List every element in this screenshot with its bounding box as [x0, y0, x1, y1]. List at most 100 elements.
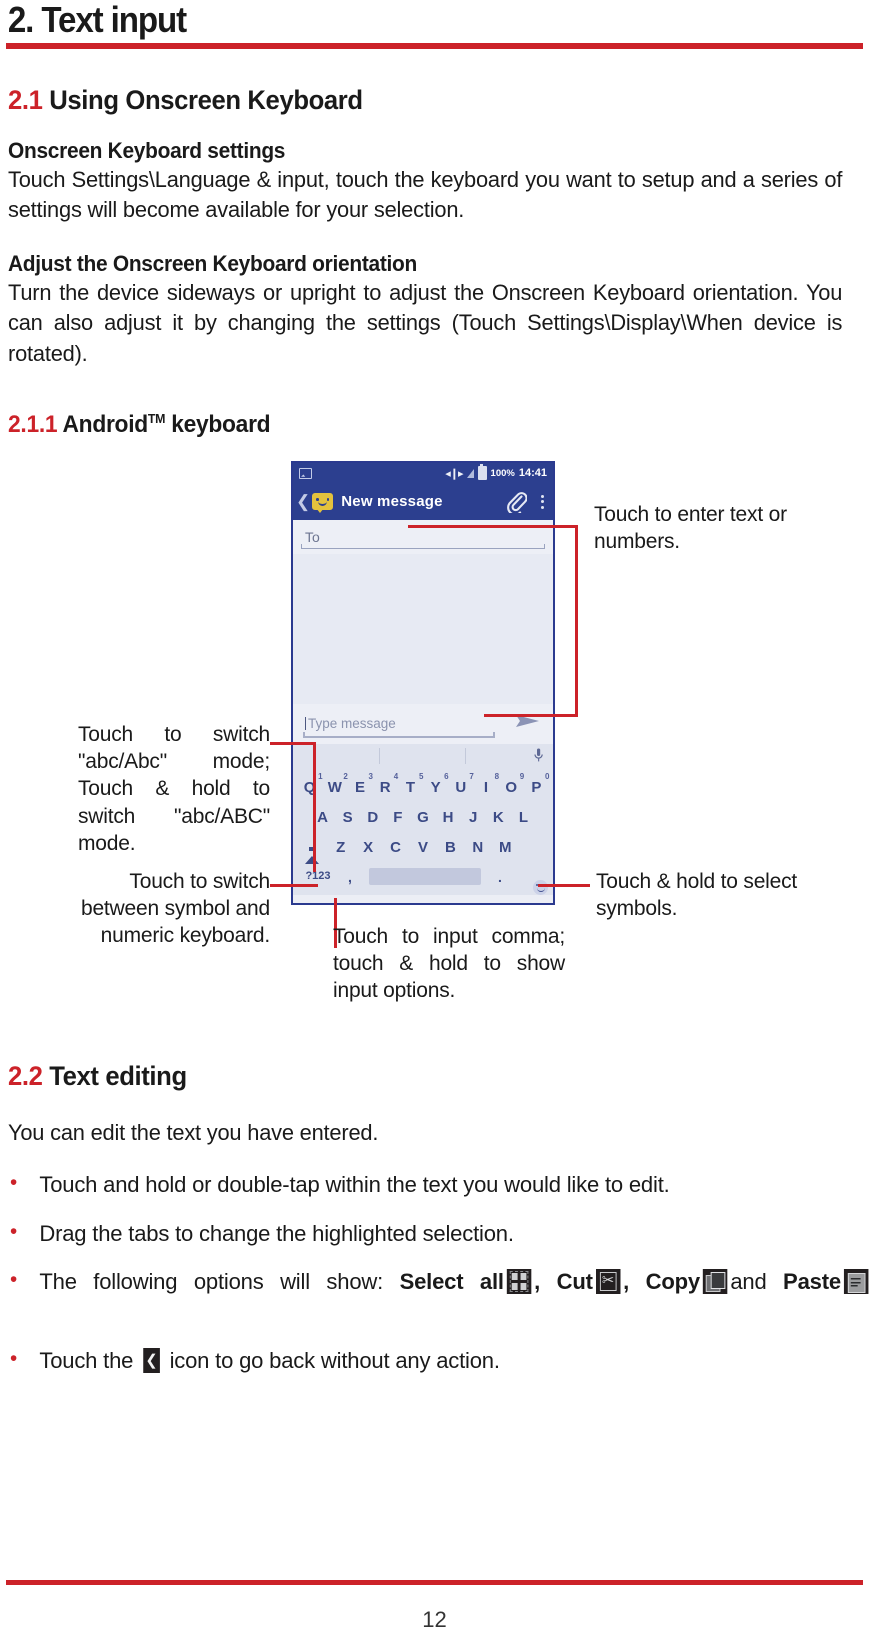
text-editing-bullet-list: Touch and hold or double-tap within the …	[6, 1169, 869, 1375]
paragraph-keyboard-orientation: Turn the device sideways or upright to a…	[8, 280, 843, 366]
key-letter: I	[483, 779, 489, 797]
key-letter: R	[379, 779, 391, 797]
message-thread-area	[293, 553, 553, 704]
key-s[interactable]: S	[335, 810, 360, 825]
battery-percent: 100%	[490, 467, 515, 479]
select-all-icon	[506, 1269, 532, 1295]
trademark-mark: TM	[147, 410, 166, 426]
back-chevron-icon	[143, 1347, 160, 1373]
overflow-menu-icon[interactable]	[541, 494, 544, 509]
manual-page: 2. Text input 2.1 Using Onscreen Keyboar…	[0, 0, 869, 1647]
paragraph-keyboard-settings: Touch Settings\Language & input, touch t…	[8, 167, 843, 223]
separator-2: ,	[623, 1269, 646, 1295]
phone-status-bar: ◂❙▸ 100% 14:41	[293, 462, 553, 484]
key-n[interactable]: N	[464, 840, 491, 855]
section-number-2-2: 2.2	[8, 1060, 43, 1091]
compose-field[interactable]: Type message	[293, 703, 553, 744]
bullet-text-3: The following options will show: Select …	[39, 1269, 869, 1324]
leader-line	[408, 524, 578, 528]
app-bar-title: New message	[341, 493, 443, 511]
period-key[interactable]: .	[487, 870, 513, 884]
paperclip-icon[interactable]	[507, 491, 527, 513]
key-letter: U	[455, 779, 467, 797]
compose-placeholder: Type message	[305, 717, 396, 731]
key-j[interactable]: J	[461, 810, 486, 825]
bullet-4-tail: icon to go back without any action.	[163, 1347, 500, 1373]
battery-icon	[477, 464, 487, 481]
key-letter: P	[531, 779, 542, 797]
section-heading-2-1: 2.1 Using Onscreen Keyboard	[8, 85, 820, 116]
header-rule	[6, 43, 863, 49]
key-letter: W	[327, 779, 342, 797]
key-w[interactable]: 2W	[322, 773, 348, 797]
keyboard-row-3: Z X C V B N M	[297, 833, 549, 865]
key-k[interactable]: K	[486, 810, 511, 825]
leader-line	[270, 741, 316, 745]
key-r[interactable]: 4R	[373, 773, 398, 797]
status-bar-clock: 14:41	[518, 467, 547, 480]
key-o[interactable]: 9O	[499, 773, 524, 796]
suggestion-divider	[464, 747, 466, 764]
option-cut-label: Cut	[556, 1269, 593, 1295]
back-chevron-icon[interactable]: ❮	[296, 493, 310, 510]
key-g[interactable]: G	[410, 810, 435, 825]
callout-shift-key: Touch to switch "abc/Abc" mode; Touch & …	[78, 722, 270, 855]
callout-enter-text: Touch to enter text or numbers.	[594, 502, 787, 553]
key-e[interactable]: 3E	[347, 773, 373, 797]
paragraph-text-editing-intro: You can edit the text you have entered.	[8, 1119, 379, 1145]
leader-line	[313, 741, 316, 872]
section-title-2-1-1: Android	[62, 410, 149, 438]
key-v[interactable]: V	[409, 840, 436, 855]
bullet-text-2: Drag the tabs to change the highlighted …	[39, 1220, 514, 1246]
suggestion-bar[interactable]	[293, 743, 553, 768]
picture-icon	[299, 467, 312, 479]
callout-symbol-key: Touch to switch between symbol and numer…	[80, 869, 270, 948]
comma-key[interactable]: ,	[337, 870, 363, 884]
footer-rule	[6, 1580, 863, 1585]
list-item: The following options will show: Select …	[8, 1266, 869, 1326]
leader-line	[484, 713, 578, 717]
keyboard-row-2: A S D F G H J K L	[297, 803, 549, 833]
key-l[interactable]: L	[511, 810, 536, 825]
section-number-2-1-1: 2.1.1	[8, 410, 58, 438]
keyboard-row-1: 1Q 2W 3E 4R 5T 6Y 7U 8I 9O 0P	[297, 773, 550, 803]
list-item: Drag the tabs to change the highlighted …	[8, 1218, 869, 1249]
onscreen-keyboard[interactable]: 1Q 2W 3E 4R 5T 6Y 7U 8I 9O 0P A S D F G	[293, 767, 553, 895]
list-item: Touch and hold or double-tap within the …	[8, 1169, 869, 1200]
option-paste-label: Paste	[783, 1269, 841, 1295]
phone-app-bar: ❮ New message	[293, 483, 553, 520]
key-d[interactable]: D	[360, 810, 385, 825]
key-x[interactable]: X	[354, 840, 381, 855]
keyboard-row-4: ?123 , .	[297, 863, 549, 895]
callout-comma-key: Touch to input comma; touch & hold to sh…	[333, 924, 565, 1003]
key-i[interactable]: 8I	[473, 773, 499, 797]
vibrate-icon: ◂❙▸	[445, 467, 463, 480]
section-title-2-1: Using Onscreen Keyboard	[49, 85, 363, 115]
section-heading-2-1-1: 2.1.1 AndroidTM keyboard	[8, 411, 820, 439]
microphone-icon[interactable]	[534, 748, 543, 768]
key-letter: Y	[430, 779, 441, 797]
key-z[interactable]: Z	[327, 840, 354, 855]
key-y[interactable]: 6Y	[423, 773, 449, 797]
key-letter: E	[354, 779, 365, 797]
leader-line	[270, 883, 318, 887]
option-copy-label: Copy	[645, 1269, 701, 1295]
key-c[interactable]: C	[382, 840, 409, 855]
key-t[interactable]: 5T	[398, 773, 424, 796]
bullet-text-1: Touch and hold or double-tap within the …	[39, 1171, 670, 1197]
leader-line	[538, 883, 590, 887]
key-u[interactable]: 7U	[448, 773, 473, 797]
key-q[interactable]: 1Q	[297, 773, 323, 796]
recipient-label: To	[305, 528, 320, 545]
section-title-2-1-1-tail: keyboard	[165, 410, 271, 438]
page-number: 12	[422, 1607, 447, 1632]
key-b[interactable]: B	[437, 840, 464, 855]
suggestion-divider	[378, 747, 380, 764]
key-h[interactable]: H	[436, 810, 461, 825]
key-p[interactable]: 0P	[524, 773, 549, 797]
key-m[interactable]: M	[492, 840, 519, 855]
recipient-underline	[301, 543, 545, 549]
key-f[interactable]: F	[385, 810, 410, 825]
space-bar-key[interactable]	[369, 868, 481, 886]
symbol-mode-key[interactable]: ?123	[299, 871, 337, 882]
